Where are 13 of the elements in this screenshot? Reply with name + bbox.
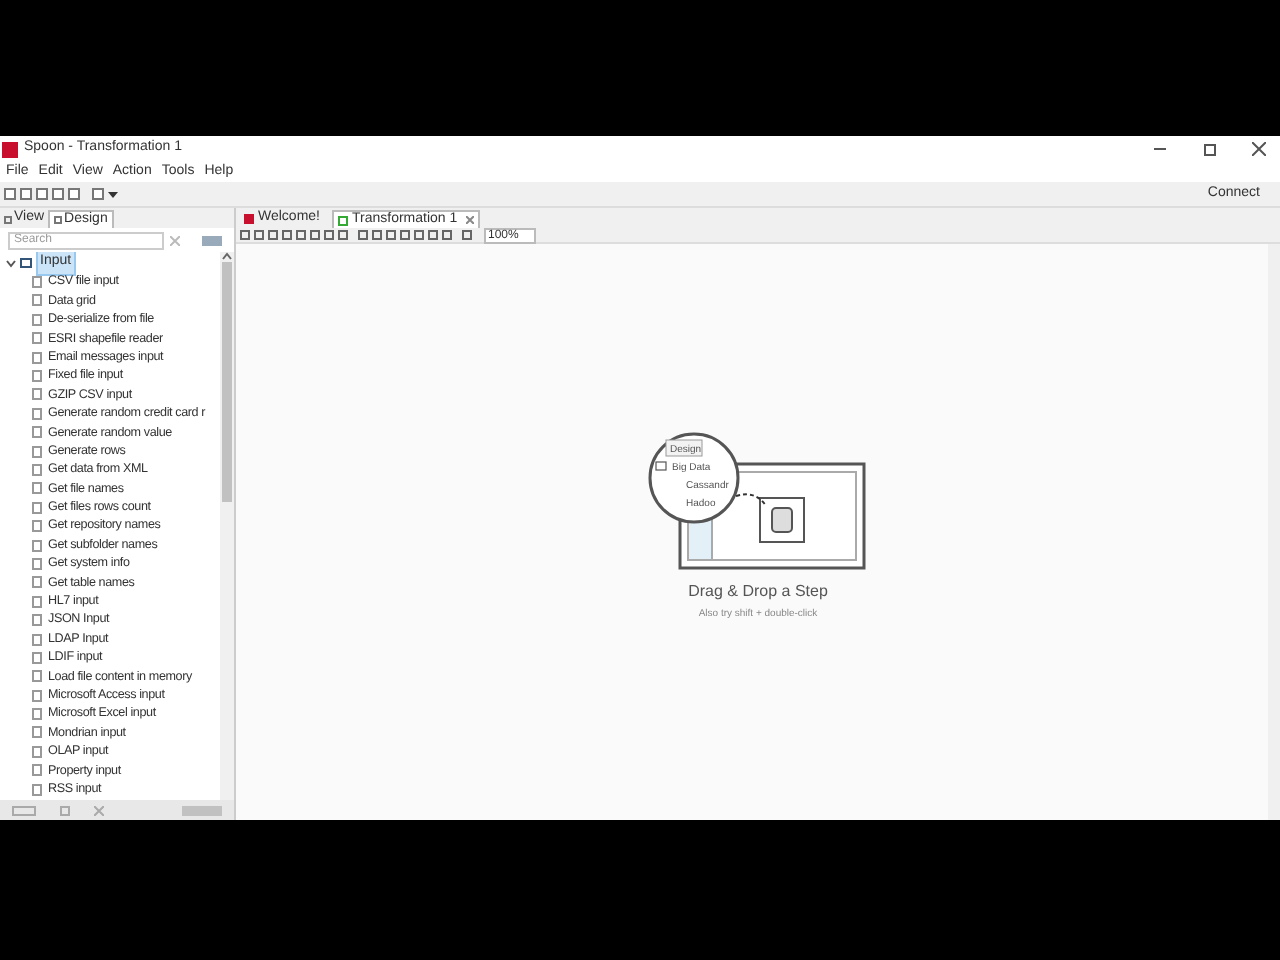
- tab-icon: [4, 215, 12, 223]
- caret-icon[interactable]: [108, 191, 118, 197]
- folder-icon: [20, 258, 32, 269]
- hint-title: Drag & Drop a Step: [688, 579, 828, 604]
- tab-icon: [54, 216, 63, 224]
- close-icon[interactable]: [1252, 142, 1266, 156]
- tab-icon: [244, 214, 254, 224]
- close-icon[interactable]: [465, 216, 474, 224]
- horizontal-scrollbar[interactable]: [182, 805, 222, 815]
- app-logo-icon: [2, 141, 18, 157]
- tab-icon: [338, 215, 348, 225]
- chevron-icon[interactable]: [6, 259, 16, 268]
- restore-icon[interactable]: [1204, 143, 1216, 155]
